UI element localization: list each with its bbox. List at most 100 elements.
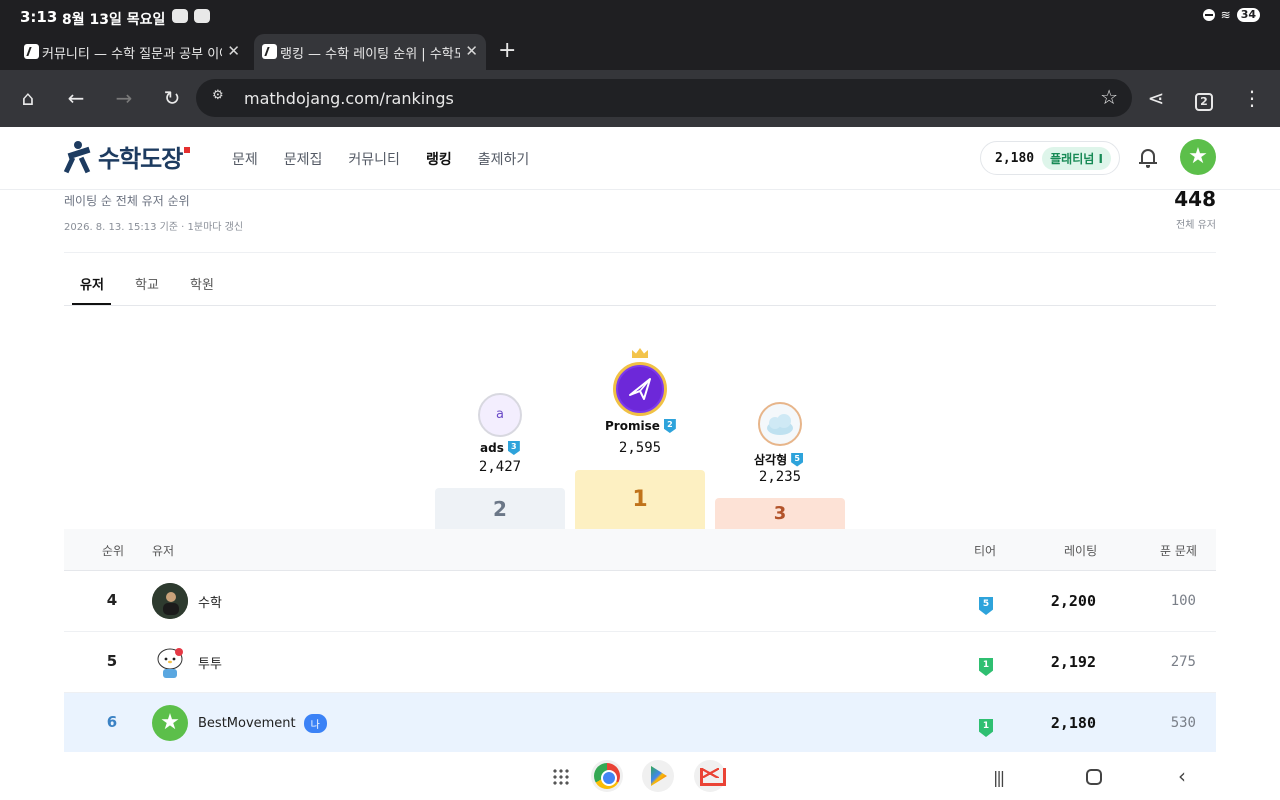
notification-icons [172, 9, 210, 23]
cloud-avatar-icon [767, 414, 793, 435]
play-store-icon[interactable] [642, 760, 674, 792]
forward-icon[interactable]: → [110, 84, 138, 112]
table-row[interactable]: 4 수학 5 2,200 100 [64, 571, 1216, 632]
app-drawer-icon[interactable] [552, 768, 570, 786]
discord-icon [172, 9, 188, 23]
header-tier: 티어 [974, 544, 997, 558]
tab-switcher-button[interactable]: 2 [1190, 84, 1218, 112]
user-rating: 2,180 [995, 150, 1035, 166]
url-text[interactable]: mathdojang.com/rankings [244, 89, 454, 108]
tab-title: 커뮤니티 — 수학 질문과 공부 이야기 [42, 46, 222, 62]
home-button-icon[interactable] [1086, 769, 1102, 785]
tab-title: 랭킹 — 수학 레이팅 순위 | 수학도장 [280, 46, 460, 62]
podium-avatar-3[interactable] [758, 402, 802, 446]
podium-name-2[interactable]: ads 3 [480, 441, 520, 455]
tier-badge-icon: 3 [507, 441, 520, 455]
nav-problem-sets[interactable]: 문제집 [284, 149, 323, 169]
close-tab-icon[interactable]: ✕ [227, 42, 240, 60]
user-rating-chip[interactable]: 2,180 플래티넘 I [980, 141, 1120, 175]
header-rating: 레이팅 [1064, 544, 1098, 558]
address-bar[interactable]: ⚙ mathdojang.com/rankings ☆ [196, 79, 1132, 117]
back-icon[interactable]: ← [62, 84, 90, 112]
crown-icon [630, 345, 650, 359]
tab-academies[interactable]: 학원 [190, 274, 214, 293]
divider [64, 252, 1216, 253]
tier-number: 5 [979, 597, 993, 615]
podium-avatar-1[interactable] [613, 362, 667, 416]
username-text: 투투 [198, 657, 222, 672]
podium-block-1: 1 [575, 470, 705, 529]
home-icon[interactable]: ⌂ [14, 84, 42, 112]
star-avatar-icon: ★ [152, 705, 188, 741]
tab-count: 2 [1195, 93, 1213, 111]
podium-block-3: 3 [715, 498, 845, 529]
tier-badge-icon: 5 [979, 591, 993, 615]
more-menu-icon[interactable]: ⋮ [1238, 84, 1266, 112]
row-rating: 2,180 [1050, 714, 1096, 732]
row-username[interactable]: 수학 [198, 592, 222, 611]
podium-avatar-2[interactable]: a [478, 393, 522, 437]
back-nav-icon[interactable]: ‹ [1178, 764, 1186, 788]
status-date: 8월 13일 목요일 [62, 12, 166, 28]
table-row[interactable]: 5 투투 1 2,192 275 [64, 632, 1216, 693]
logo-text: 수학도장 [98, 145, 183, 173]
tab-users[interactable]: 유저 [80, 274, 104, 293]
nav-community[interactable]: 커뮤니티 [348, 149, 400, 169]
nav-ranking[interactable]: 랭킹 [426, 149, 452, 169]
row-rank: 5 [106, 652, 118, 670]
row-username[interactable]: 투투 [198, 653, 222, 672]
reload-icon[interactable]: ↻ [158, 84, 186, 112]
podium-username: ads [480, 441, 504, 455]
site-favicon-icon [262, 44, 277, 59]
tab-schools[interactable]: 학교 [135, 274, 159, 293]
active-tab-indicator [72, 303, 111, 305]
user-avatar[interactable]: ★ [1180, 139, 1216, 175]
nav-create[interactable]: 출제하기 [478, 149, 530, 169]
do-not-disturb-icon [1202, 9, 1215, 21]
status-bar: 3:13 8월 13일 목요일 ≋ 34 [0, 0, 1280, 34]
podium-rating-1: 2,595 [618, 440, 662, 456]
header-solved: 푼 문제 [1160, 544, 1197, 558]
wifi-icon: ≋ [1220, 8, 1231, 22]
new-tab-icon[interactable]: + [498, 38, 516, 63]
paper-plane-icon [618, 367, 662, 411]
total-users-count: 448 [1174, 187, 1216, 211]
close-tab-icon[interactable]: ✕ [465, 42, 478, 60]
share-icon[interactable]: ⋖ [1142, 84, 1170, 112]
podium-name-3[interactable]: 삼각형 5 [754, 451, 804, 468]
row-rank: 4 [106, 591, 118, 609]
page-subtitle: 레이팅 순 전체 유저 순위 [64, 194, 190, 208]
discord-icon [194, 9, 210, 23]
header-rank: 순위 [102, 544, 125, 558]
username-text: 수학 [198, 596, 222, 611]
username-text: BestMovement [198, 716, 296, 731]
ranking-tabs: 유저 학교 학원 [64, 262, 1216, 306]
site-settings-icon[interactable]: ⚙ [212, 88, 230, 106]
gmail-icon[interactable] [694, 760, 726, 792]
bookmark-star-icon[interactable]: ☆ [1100, 85, 1118, 109]
row-rank: 6 [106, 713, 118, 731]
tier-number: 1 [979, 719, 993, 737]
row-solved: 100 [1170, 593, 1196, 609]
header-user: 유저 [152, 544, 175, 558]
row-username[interactable]: BestMovement 나 [198, 714, 327, 733]
tier-badge-icon: 1 [979, 713, 993, 737]
podium-name-1[interactable]: Promise 2 [605, 419, 676, 433]
bell-icon[interactable] [1138, 147, 1158, 169]
update-time: 2026. 8. 13. 15:13 기준 · 1분마다 갱신 [64, 222, 244, 233]
browser-tab-rankings[interactable]: 랭킹 — 수학 레이팅 순위 | 수학도장 ✕ [254, 34, 486, 70]
chrome-icon[interactable] [591, 760, 623, 792]
table-row-current-user[interactable]: 6 ★ BestMovement 나 1 2,180 530 [64, 693, 1216, 754]
browser-tab-community[interactable]: 커뮤니티 — 수학 질문과 공부 이야기 ✕ [16, 34, 248, 70]
site-favicon-icon [24, 44, 39, 59]
tier-number: 1 [979, 658, 993, 676]
tab-strip: 커뮤니티 — 수학 질문과 공부 이야기 ✕ 랭킹 — 수학 레이팅 순위 | … [0, 34, 1280, 70]
podium-rating-2: 2,427 [478, 459, 522, 475]
ranking-table-header: 순위 유저 티어 레이팅 푼 문제 [64, 529, 1216, 571]
site-logo[interactable]: 수학도장 [63, 139, 191, 174]
recents-icon[interactable]: ||| [993, 768, 1005, 787]
nav-problems[interactable]: 문제 [232, 149, 258, 169]
user-avatar [152, 644, 188, 680]
logo-runner-icon [63, 140, 94, 173]
logo-dot [184, 146, 191, 153]
